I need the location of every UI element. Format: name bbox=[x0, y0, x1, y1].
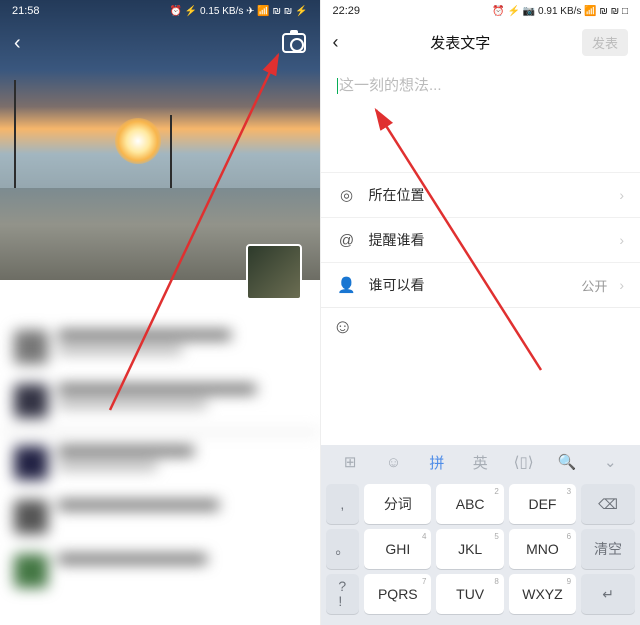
emoji-toggle[interactable]: ☺ bbox=[321, 307, 640, 347]
key-ghi[interactable]: GHI4 bbox=[364, 529, 431, 569]
kbd-tab-collapse[interactable]: ⌄ bbox=[589, 453, 632, 471]
moments-cover[interactable]: ‹ bbox=[0, 0, 320, 280]
visibility-value: 公开 bbox=[581, 276, 607, 295]
moments-screen: 21:58 ⏰ ⚡ 0.15 KB/s ✈ 📶 ₪ ₪ ⚡ ‹ bbox=[0, 0, 321, 625]
placeholder: 这一刻的想法... bbox=[339, 77, 442, 94]
chevron-right-icon: › bbox=[619, 232, 624, 248]
key-abc[interactable]: ABC2 bbox=[436, 484, 503, 524]
chevron-right-icon: › bbox=[619, 277, 624, 293]
kbd-tab-grid[interactable]: ⊞ bbox=[329, 453, 372, 471]
key-pqrs[interactable]: PQRS7 bbox=[364, 574, 431, 614]
keyboard: ⊞ ☺ 拼 英 ⟨▯⟩ 🔍 ⌄ , 分词 ABC2 DEF3 ⌫ 。 GHI4 … bbox=[321, 445, 640, 625]
camera-icon[interactable] bbox=[282, 33, 306, 53]
location-icon: ◎ bbox=[337, 186, 357, 204]
text-input[interactable]: 这一刻的想法... bbox=[321, 62, 640, 172]
status-icons: ⏰ ⚡ 📷 0.91 KB/s 📶 ₪ ₪ □ bbox=[492, 6, 628, 17]
row-location[interactable]: ◎ 所在位置 › bbox=[321, 172, 640, 217]
status-bar: 21:58 ⏰ ⚡ 0.15 KB/s ✈ 📶 ₪ ₪ ⚡ bbox=[0, 0, 320, 22]
keyboard-tabs: ⊞ ☺ 拼 英 ⟨▯⟩ 🔍 ⌄ bbox=[321, 445, 640, 479]
row-mention[interactable]: @ 提醒谁看 › bbox=[321, 217, 640, 262]
key-period[interactable]: 。 bbox=[326, 529, 360, 569]
key-enter[interactable]: ↵ bbox=[581, 574, 635, 614]
key-def[interactable]: DEF3 bbox=[509, 484, 576, 524]
kbd-tab-emoji[interactable]: ☺ bbox=[372, 454, 415, 471]
key-fenci[interactable]: 分词 bbox=[364, 484, 431, 524]
page-title: 发表文字 bbox=[430, 32, 490, 53]
kbd-tab-pad[interactable]: ⟨▯⟩ bbox=[502, 453, 545, 471]
key-clear[interactable]: 清空 bbox=[581, 529, 635, 569]
publish-header: ‹ 发表文字 发表 bbox=[321, 22, 640, 62]
key-wxyz[interactable]: WXYZ9 bbox=[509, 574, 576, 614]
key-mno[interactable]: MNO6 bbox=[509, 529, 576, 569]
key-backspace[interactable]: ⌫ bbox=[581, 484, 635, 524]
back-icon[interactable]: ‹ bbox=[333, 32, 339, 53]
chevron-right-icon: › bbox=[619, 187, 624, 203]
key-punct[interactable]: ? ! bbox=[326, 574, 360, 614]
key-jkl[interactable]: JKL5 bbox=[436, 529, 503, 569]
kbd-tab-pinyin[interactable]: 拼 bbox=[415, 452, 458, 473]
key-comma[interactable]: , bbox=[326, 484, 360, 524]
key-tuv[interactable]: TUV8 bbox=[436, 574, 503, 614]
row-visibility[interactable]: 👤 谁可以看 公开 › bbox=[321, 262, 640, 307]
mention-icon: @ bbox=[337, 232, 357, 249]
status-bar: 22:29 ⏰ ⚡ 📷 0.91 KB/s 📶 ₪ ₪ □ bbox=[321, 0, 640, 22]
status-time: 21:58 bbox=[12, 5, 40, 17]
kbd-tab-eng[interactable]: 英 bbox=[459, 452, 502, 473]
status-time: 22:29 bbox=[333, 5, 361, 17]
back-icon[interactable]: ‹ bbox=[14, 32, 21, 55]
publish-text-screen: 22:29 ⏰ ⚡ 📷 0.91 KB/s 📶 ₪ ₪ □ ‹ 发表文字 发表 … bbox=[321, 0, 640, 625]
status-icons: ⏰ ⚡ 0.15 KB/s ✈ 📶 ₪ ₪ ⚡ bbox=[170, 6, 308, 17]
person-icon: 👤 bbox=[337, 276, 357, 294]
smile-icon: ☺ bbox=[333, 316, 353, 338]
publish-button[interactable]: 发表 bbox=[582, 29, 628, 56]
kbd-tab-search[interactable]: 🔍 bbox=[545, 453, 588, 471]
moments-feed-blurred bbox=[0, 280, 320, 598]
